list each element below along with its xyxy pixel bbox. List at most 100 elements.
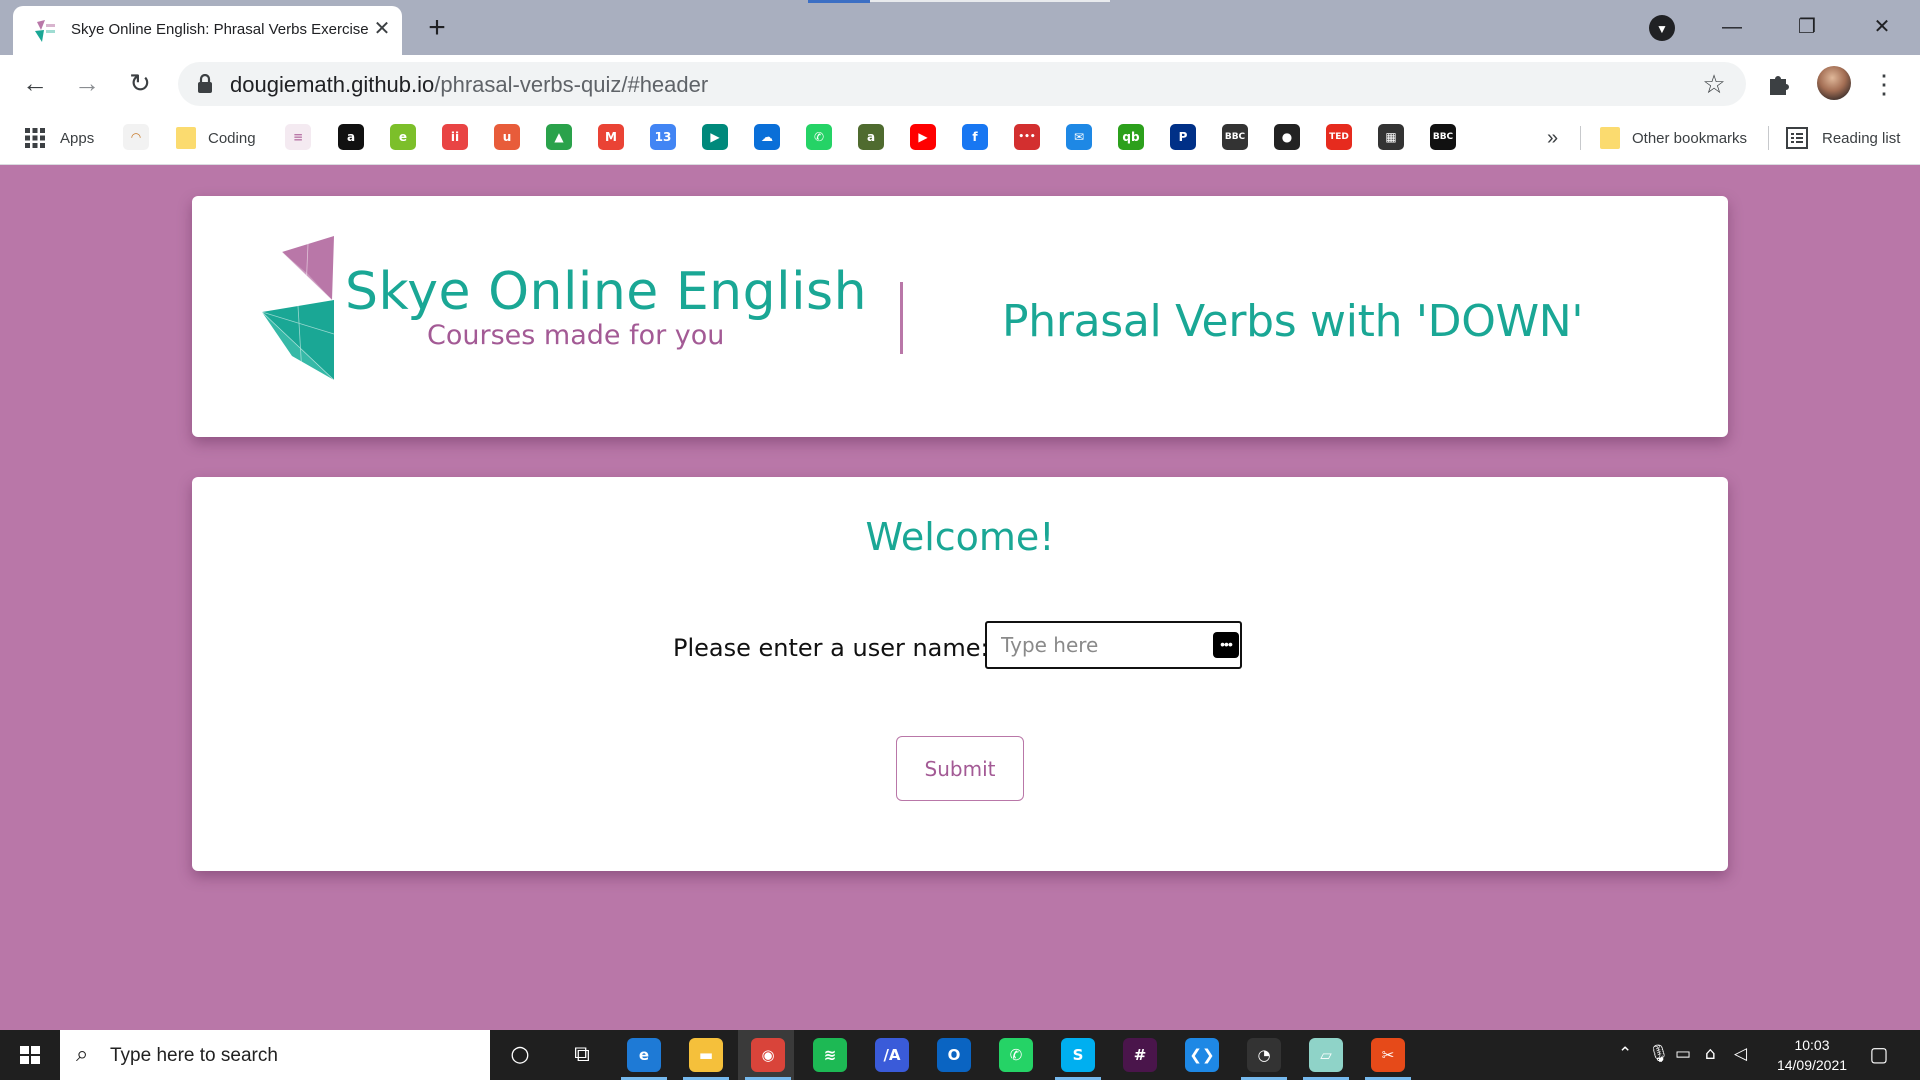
globe-icon[interactable]: ●	[1274, 124, 1300, 150]
rainbow-bookmark-icon[interactable]: ◠	[123, 124, 149, 150]
vscode-icon[interactable]: ❮❯	[1185, 1038, 1219, 1072]
u-icon[interactable]: u	[494, 124, 520, 150]
meet-icon[interactable]: ▶	[702, 124, 728, 150]
bookmark-apps[interactable]: Apps	[24, 124, 94, 152]
folder-icon	[1600, 127, 1620, 149]
tab-strip: Skye Online English: Phrasal Verbs Exerc…	[0, 0, 1920, 55]
bookmarks-bar: Apps ◠ Coding ≡ a e ii u ▲ M 13 ▶ ☁ ✆ a ▶ f ••• ✉ qb P BB…	[0, 112, 1920, 165]
task-view-icon[interactable]: ⧉	[565, 1038, 599, 1072]
drive-icon[interactable]: ▲	[546, 124, 572, 150]
taskbar-search-placeholder: Type here to search	[110, 1045, 278, 1066]
chrome-icon[interactable]: ◉	[751, 1038, 785, 1072]
a-icon[interactable]: a	[858, 124, 884, 150]
reload-icon[interactable]: ↻	[122, 65, 158, 101]
forward-icon[interactable]: →	[69, 65, 105, 101]
url-text: dougiemath.github.io/phrasal-verbs-quiz/…	[230, 72, 708, 98]
back-icon[interactable]: ←	[17, 65, 53, 101]
bbc-icon[interactable]: BBC	[1430, 124, 1456, 150]
microphone-icon[interactable]: 🎙	[1648, 1044, 1670, 1064]
green-e-icon[interactable]: e	[390, 124, 416, 150]
header-divider	[900, 282, 903, 354]
cortana-icon[interactable]: ○	[503, 1038, 537, 1072]
slack-icon[interactable]: #	[1123, 1038, 1157, 1072]
apps-grid-icon	[25, 128, 45, 148]
grid-icon[interactable]: ▦	[1378, 124, 1404, 150]
bookmark-divider	[1768, 126, 1769, 150]
bookmark-other-label: Other bookmarks	[1632, 129, 1748, 147]
header-card: Skye Online English Courses made for you…	[192, 196, 1728, 437]
restore-icon[interactable]: ❐	[1787, 10, 1827, 44]
taskbar: ⌕ Type here to search ○ ⧉ e ▬ ◉ ≋/A O ✆ S # ❮❯ ◔ ▱ ✂ …	[0, 1030, 1920, 1080]
extensions-icon[interactable]	[1762, 67, 1796, 101]
clock-date: 14/09/2021	[1776, 1057, 1848, 1073]
welcome-card: Welcome! Please enter a user name: ••• S…	[192, 477, 1728, 871]
address-bar[interactable]: dougiemath.github.io/phrasal-verbs-quiz/…	[178, 62, 1746, 106]
quiz-icon[interactable]: ii	[442, 124, 468, 150]
dots-icon[interactable]: •••	[1014, 124, 1040, 150]
username-label: Please enter a user name:	[673, 634, 989, 662]
tray-overflow-icon[interactable]: ⌃	[1618, 1044, 1632, 1064]
bookmark-folder-other[interactable]: Other bookmarks	[1600, 124, 1747, 152]
pen-app-icon[interactable]: /A	[875, 1038, 909, 1072]
file-explorer-icon[interactable]: ▬	[689, 1038, 723, 1072]
bookmarks-overflow-icon[interactable]: »	[1547, 124, 1558, 152]
quiz-title: Phrasal Verbs with 'DOWN'	[1002, 296, 1584, 347]
notifications-icon[interactable]: ▢	[1864, 1042, 1894, 1068]
reading-list-icon	[1786, 127, 1808, 149]
amazon-icon[interactable]: a	[338, 124, 364, 150]
minimize-icon[interactable]: —	[1712, 10, 1752, 44]
bookmarks-overflow-label: »	[1547, 126, 1559, 149]
mail-icon[interactable]: ✉	[1066, 124, 1092, 150]
skye-bookmark-icon[interactable]: ≡	[285, 124, 311, 150]
clock-time: 10:03	[1794, 1037, 1830, 1053]
obs-icon[interactable]: ◔	[1247, 1038, 1281, 1072]
url-path: /phrasal-verbs-quiz/#header	[434, 72, 709, 97]
network-icon[interactable]: ⌂	[1705, 1044, 1716, 1064]
whatsapp-desktop-icon[interactable]: ✆	[999, 1038, 1033, 1072]
logo-title: Skye Online English	[345, 262, 868, 322]
tab-search-icon[interactable]: ▼	[1649, 15, 1675, 41]
youtube-icon[interactable]: ▶	[910, 124, 936, 150]
paypal-icon[interactable]: P	[1170, 124, 1196, 150]
volume-icon[interactable]: ◁	[1734, 1044, 1747, 1064]
skye-favicon-icon	[35, 20, 55, 42]
submit-button[interactable]: Submit	[896, 736, 1024, 801]
facebook-icon[interactable]: f	[962, 124, 988, 150]
whatsapp-icon[interactable]: ✆	[806, 124, 832, 150]
new-tab-button[interactable]: +	[420, 12, 454, 46]
outlook-icon[interactable]: O	[937, 1038, 971, 1072]
bookmark-star-icon[interactable]: ☆	[1698, 68, 1730, 100]
bookmark-folder-coding[interactable]: Coding	[176, 124, 256, 152]
ted-icon[interactable]: TED	[1326, 124, 1352, 150]
battery-icon[interactable]: ▭	[1675, 1044, 1691, 1064]
bookmark-coding-label: Coding	[208, 129, 256, 147]
reading-list-label: Reading list	[1822, 129, 1901, 147]
bookmark-apps-label: Apps	[60, 129, 95, 147]
menu-icon[interactable]: ⋮	[1870, 67, 1898, 101]
profile-avatar[interactable]	[1817, 66, 1851, 100]
bbc-small-icon[interactable]: BBC	[1222, 124, 1248, 150]
logo-tagline: Courses made for you	[427, 320, 725, 351]
url-domain: dougiemath.github.io	[230, 72, 435, 97]
username-input[interactable]	[985, 621, 1242, 669]
password-manager-icon[interactable]: •••	[1213, 632, 1239, 658]
taskbar-search[interactable]: ⌕ Type here to search	[60, 1030, 490, 1080]
browser-tab[interactable]: Skye Online English: Phrasal Verbs Exerc…	[13, 6, 402, 55]
edge-icon[interactable]: e	[627, 1038, 661, 1072]
clock[interactable]: 10:03 14/09/2021	[1762, 1035, 1862, 1075]
spotify-icon[interactable]: ≋	[813, 1038, 847, 1072]
search-icon: ⌕	[76, 1041, 89, 1066]
windows-start-icon[interactable]	[0, 1030, 60, 1080]
notes-app-icon[interactable]: ▱	[1309, 1038, 1343, 1072]
snip-tool-icon[interactable]: ✂	[1371, 1038, 1405, 1072]
skype-icon[interactable]: S	[1061, 1038, 1095, 1072]
onedrive-icon[interactable]: ☁	[754, 124, 780, 150]
window-close-icon[interactable]: ✕	[1862, 10, 1902, 44]
quickbooks-icon[interactable]: qb	[1118, 124, 1144, 150]
tab-close-icon[interactable]: ✕	[371, 18, 393, 40]
gmail-icon[interactable]: M	[598, 124, 624, 150]
tab-indicator	[870, 0, 1110, 2]
welcome-heading: Welcome!	[865, 515, 1055, 559]
reading-list-button[interactable]: Reading list	[1786, 124, 1900, 152]
calendar-icon[interactable]: 13	[650, 124, 676, 150]
